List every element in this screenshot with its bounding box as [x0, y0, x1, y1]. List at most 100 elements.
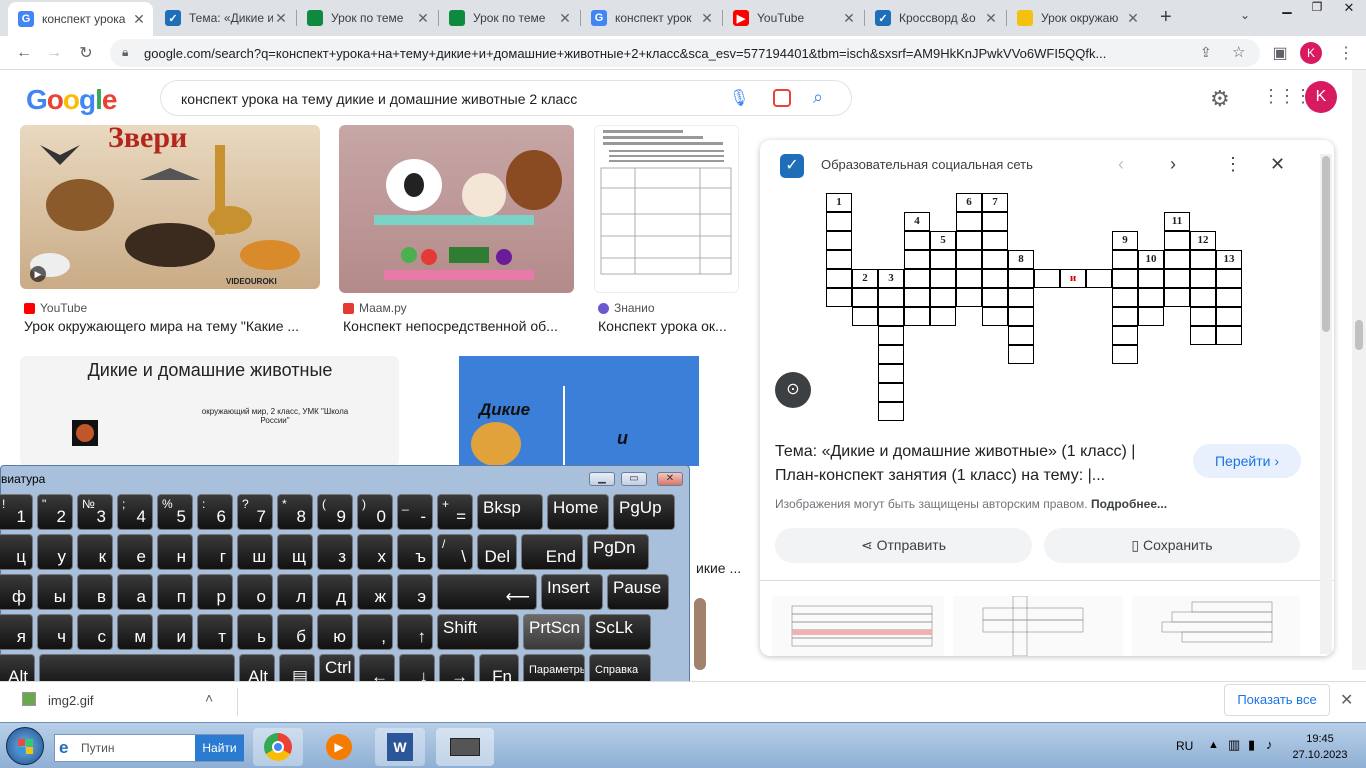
keyboard-key[interactable]: з: [317, 534, 353, 570]
keyboard-key[interactable]: м: [117, 614, 153, 650]
result-source[interactable]: Знанио: [598, 301, 655, 315]
keyboard-key[interactable]: Pause: [607, 574, 669, 610]
keyboard-key[interactable]: / \: [437, 534, 473, 570]
result-source[interactable]: YouTube: [24, 301, 87, 315]
keyboard-key[interactable]: ; 4: [117, 494, 153, 530]
close-tab-icon[interactable]: ✕: [983, 10, 999, 27]
settings-gear-icon[interactable]: ⚙: [1210, 86, 1230, 112]
minimize-icon[interactable]: ▁: [1272, 0, 1302, 20]
panel-scrollbar[interactable]: [1320, 154, 1332, 654]
close-tab-icon[interactable]: ✕: [841, 10, 857, 27]
keyboard-key[interactable]: ы: [37, 574, 73, 610]
keyboard-key[interactable]: ScLk: [589, 614, 651, 650]
result-thumb-animals[interactable]: Звери ▶ VIDEOUROKI: [20, 125, 320, 289]
account-avatar[interactable]: K: [1305, 81, 1337, 113]
keyboard-key[interactable]: п: [157, 574, 193, 610]
taskbar-search-button[interactable]: Найти: [195, 735, 244, 761]
keyboard-key[interactable]: Del: [477, 534, 517, 570]
address-bar[interactable]: 🔒︎ google.com/search?q=конспект+урока+на…: [110, 39, 1260, 67]
tray-arrow-icon[interactable]: ▲: [1208, 739, 1219, 751]
keyboard-key[interactable]: * 8: [277, 494, 313, 530]
tab[interactable]: ✓ Кроссворд &о ✕: [865, 4, 1005, 32]
more-options-icon[interactable]: ⋮: [1224, 154, 1242, 175]
related-image[interactable]: [1132, 596, 1300, 656]
keyboard-key[interactable]: PgDn: [587, 534, 649, 570]
network-icon[interactable]: ▮: [1248, 737, 1255, 753]
keyboard-key[interactable]: е: [117, 534, 153, 570]
keyboard-key[interactable]: ! 1: [0, 494, 33, 530]
word-taskbar-item[interactable]: W: [375, 728, 425, 766]
close-tab-icon[interactable]: ✕: [1125, 10, 1141, 27]
tab[interactable]: Урок по теме ✕: [297, 4, 437, 32]
keyboard-key[interactable]: о: [237, 574, 273, 610]
volume-icon[interactable]: ♪: [1266, 737, 1273, 752]
tab[interactable]: Gконспект урок ✕: [581, 4, 721, 32]
tab[interactable]: Урок окружаю ✕: [1007, 4, 1147, 32]
keyboard-key[interactable]: End: [521, 534, 583, 570]
restore-icon[interactable]: ❐: [1302, 0, 1332, 20]
keyboard-key[interactable]: ,: [357, 614, 393, 650]
more-link[interactable]: Подробнее...: [1091, 497, 1167, 511]
keyboard-key[interactable]: х: [357, 534, 393, 570]
panel-site-name[interactable]: Образовательная социальная сеть: [821, 157, 1033, 172]
keyboard-key[interactable]: я: [0, 614, 33, 650]
close-tab-icon[interactable]: ✕: [415, 10, 431, 27]
keyboard-key[interactable]: _ -: [397, 494, 433, 530]
keyboard-key[interactable]: (9: [317, 494, 353, 530]
keyboard-key[interactable]: н: [157, 534, 193, 570]
download-menu-icon[interactable]: ˄: [205, 690, 213, 706]
search-box[interactable]: конспект урока на тему дикие и домашние …: [160, 80, 852, 116]
keyboard-key[interactable]: :6: [197, 494, 233, 530]
keyboard-key[interactable]: ↑: [397, 614, 433, 650]
keyboard-key[interactable]: б: [277, 614, 313, 650]
share-page-icon[interactable]: ⇪: [1200, 44, 1212, 61]
keyboard-key[interactable]: в: [77, 574, 113, 610]
tray-device-icon[interactable]: ▥: [1228, 737, 1240, 753]
keyboard-key[interactable]: ь: [237, 614, 273, 650]
share-button[interactable]: ⋖ Отправить: [775, 528, 1032, 563]
microphone-icon[interactable]: 🎙︎: [729, 88, 749, 108]
close-window-icon[interactable]: ✕: [1332, 0, 1366, 20]
keyboard-key[interactable]: т: [197, 614, 233, 650]
tab[interactable]: ▶ YouTube ✕: [723, 4, 863, 32]
keyboard-key[interactable]: ц: [0, 534, 33, 570]
panel-title[interactable]: Тема: «Дикие и домашние животные» (1 кла…: [775, 440, 1180, 488]
taskbar-search[interactable]: e Путин Найти: [54, 734, 244, 762]
keyboard-key[interactable]: № 3: [77, 494, 113, 530]
keyboard-key[interactable]: к: [77, 534, 113, 570]
keyboard-key[interactable]: PrtScn: [523, 614, 585, 650]
keyboard-key[interactable]: + =: [437, 494, 473, 530]
close-tab-icon[interactable]: ✕: [699, 10, 715, 27]
close-tab-icon[interactable]: ✕: [131, 11, 147, 28]
save-button[interactable]: ▯ Сохранить: [1044, 528, 1300, 563]
media-player-taskbar-item[interactable]: ▶: [314, 728, 364, 766]
tab[interactable]: Урок по теме ✕: [439, 4, 579, 32]
keyboard-key[interactable]: " 2: [37, 494, 73, 530]
visit-button[interactable]: Перейти ›: [1193, 444, 1301, 478]
keyboard-key[interactable]: ф: [0, 574, 33, 610]
keyboard-key[interactable]: ч: [37, 614, 73, 650]
close-panel-icon[interactable]: ✕: [1270, 154, 1285, 175]
keyboard-key[interactable]: ж: [357, 574, 393, 610]
keyboard-key[interactable]: г: [197, 534, 233, 570]
keyboard-key[interactable]: а: [117, 574, 153, 610]
search-icon[interactable]: ⌕: [813, 87, 823, 108]
tab[interactable]: Gконспект урока ✕: [8, 2, 153, 36]
new-tab-button[interactable]: +: [1160, 6, 1172, 29]
keyboard-key[interactable]: ? 7: [237, 494, 273, 530]
result-caption[interactable]: Конспект непосредственной об...: [343, 318, 575, 334]
keyboard-key[interactable]: щ: [277, 534, 313, 570]
clock-time[interactable]: 19:45: [1290, 733, 1350, 745]
menu-dots-icon[interactable]: ⋮: [1334, 41, 1358, 65]
keyboard-key[interactable]: ) 0: [357, 494, 393, 530]
result-thumb-document[interactable]: [594, 125, 739, 293]
result-thumb-wild[interactable]: Дикие и: [419, 356, 739, 466]
keyboard-key[interactable]: Shift: [437, 614, 519, 650]
keyboard-key[interactable]: PgUp: [613, 494, 675, 530]
start-button[interactable]: [6, 727, 44, 765]
taskbar-search-input[interactable]: Путин: [81, 741, 114, 755]
keyboard-taskbar-item[interactable]: [436, 728, 494, 766]
tab-search-icon[interactable]: ⌄: [1240, 8, 1250, 22]
show-all-button[interactable]: Показать все: [1224, 684, 1330, 716]
prev-arrow-icon[interactable]: ‹: [1118, 154, 1124, 175]
